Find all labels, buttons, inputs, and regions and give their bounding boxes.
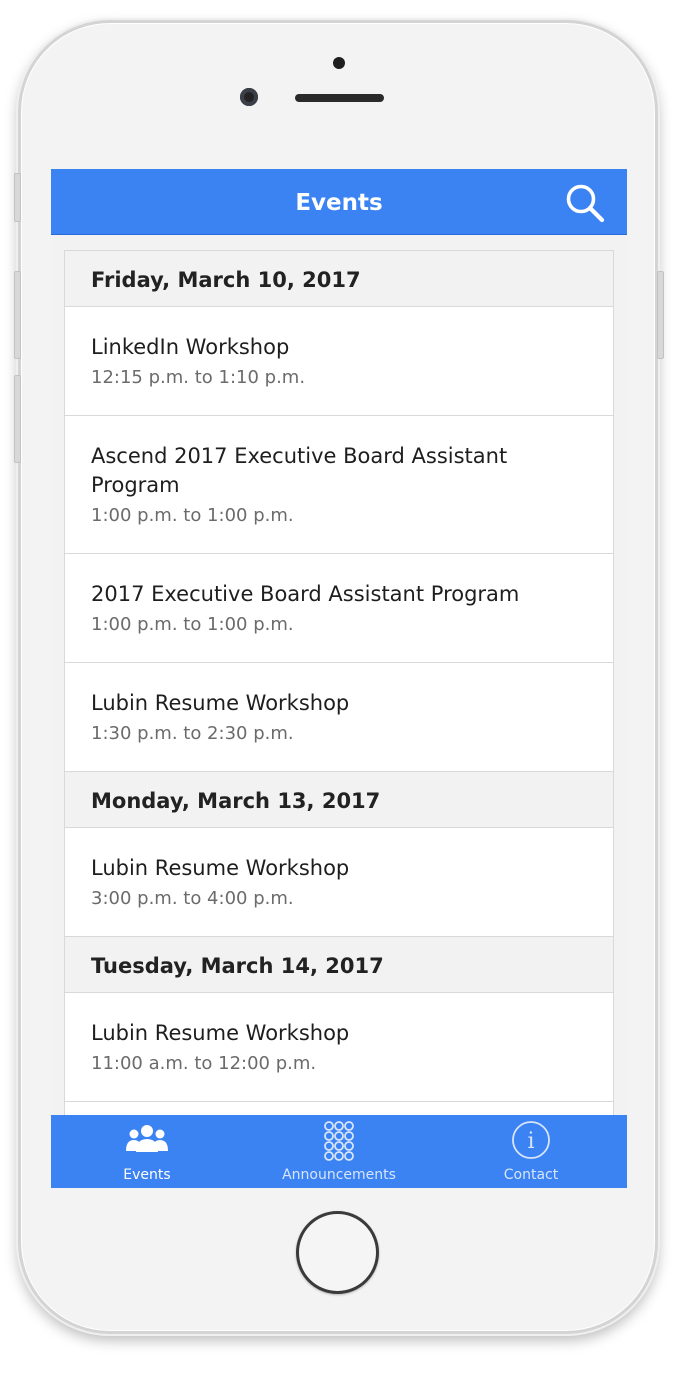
tab-events[interactable]: Events bbox=[51, 1115, 243, 1188]
events-list: Friday, March 10, 2017 LinkedIn Workshop… bbox=[64, 250, 614, 1188]
day-header: Tuesday, March 14, 2017 bbox=[65, 937, 613, 993]
day-header: Friday, March 10, 2017 bbox=[65, 251, 613, 307]
bottom-tab-bar: Events Announcements i Contact bbox=[51, 1115, 627, 1188]
event-title: Lubin Resume Workshop bbox=[91, 691, 350, 715]
info-icon: i bbox=[512, 1121, 550, 1159]
event-time: 1:00 p.m. to 1:00 p.m. bbox=[91, 505, 294, 526]
tab-label: Contact bbox=[503, 1167, 559, 1183]
svg-text:i: i bbox=[527, 1129, 534, 1154]
event-time: 3:00 p.m. to 4:00 p.m. bbox=[91, 888, 294, 909]
app-screen: Events Friday, March 10, 2017 LinkedIn W… bbox=[51, 169, 627, 1188]
event-time: 12:15 p.m. to 1:10 p.m. bbox=[91, 367, 306, 388]
event-item[interactable]: Lubin Resume Workshop 1:30 p.m. to 2:30 … bbox=[65, 663, 613, 772]
proximity-sensor bbox=[333, 57, 345, 69]
event-title: Lubin Resume Workshop bbox=[91, 1021, 350, 1045]
event-title: Ascend 2017 Executive Board Assistant Pr… bbox=[91, 444, 508, 497]
people-icon bbox=[126, 1125, 168, 1152]
front-camera bbox=[240, 88, 258, 106]
event-title: LinkedIn Workshop bbox=[91, 335, 290, 359]
home-button[interactable] bbox=[296, 1211, 379, 1294]
tab-announcements[interactable]: Announcements bbox=[243, 1115, 435, 1188]
top-nav-bar: Events bbox=[51, 169, 627, 235]
event-title: Lubin Resume Workshop bbox=[91, 856, 350, 880]
tab-contact[interactable]: i Contact bbox=[435, 1115, 627, 1188]
event-time: 1:00 p.m. to 1:00 p.m. bbox=[91, 614, 294, 635]
event-item[interactable]: Lubin Resume Workshop 11:00 a.m. to 12:0… bbox=[65, 993, 613, 1102]
volume-up-button bbox=[14, 271, 21, 359]
tab-label: Announcements bbox=[282, 1167, 396, 1183]
day-header: Monday, March 13, 2017 bbox=[65, 772, 613, 828]
tab-label: Events bbox=[123, 1167, 171, 1183]
event-item[interactable]: Ascend 2017 Executive Board Assistant Pr… bbox=[65, 416, 613, 554]
page-title: Events bbox=[295, 190, 383, 216]
grid-icon bbox=[324, 1121, 354, 1161]
event-item[interactable]: Lubin Resume Workshop 3:00 p.m. to 4:00 … bbox=[65, 828, 613, 937]
search-button[interactable] bbox=[564, 182, 606, 224]
event-time: 11:00 a.m. to 12:00 p.m. bbox=[91, 1053, 317, 1074]
earpiece-speaker bbox=[295, 94, 384, 102]
event-item[interactable]: LinkedIn Workshop 12:15 p.m. to 1:10 p.m… bbox=[65, 307, 613, 416]
search-icon bbox=[566, 184, 605, 223]
mute-switch bbox=[14, 173, 21, 222]
power-button bbox=[657, 271, 664, 359]
volume-down-button bbox=[14, 375, 21, 463]
event-title: 2017 Executive Board Assistant Program bbox=[91, 582, 520, 606]
event-time: 1:30 p.m. to 2:30 p.m. bbox=[91, 723, 294, 744]
event-item[interactable]: 2017 Executive Board Assistant Program 1… bbox=[65, 554, 613, 663]
